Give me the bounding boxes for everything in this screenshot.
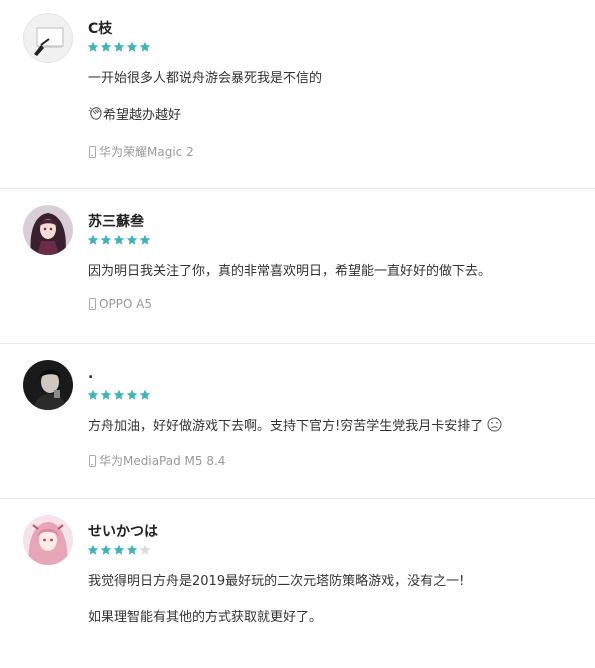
star-filled-icon bbox=[100, 389, 112, 400]
star-empty-icon bbox=[139, 544, 151, 555]
avatar[interactable] bbox=[23, 205, 73, 255]
phone-icon bbox=[89, 454, 96, 467]
device-label: OPPO A5 bbox=[89, 297, 152, 311]
review-text: 一开始很多人都说舟游会暴死我是不信的 bbox=[88, 71, 323, 86]
username: C枝 bbox=[88, 21, 113, 37]
star-filled-icon bbox=[139, 234, 151, 245]
star-filled-icon bbox=[113, 544, 125, 555]
star-filled-icon bbox=[100, 544, 112, 555]
username: . bbox=[88, 366, 94, 382]
avatar[interactable] bbox=[23, 13, 73, 63]
star-filled-icon bbox=[139, 389, 151, 400]
star-filled-icon bbox=[126, 234, 138, 245]
review-text: 方舟加油，好好做游戏下去啊。支持下官方!穷苦学生党我月卡安排了 bbox=[88, 415, 502, 436]
device-label: 华为MediaPad M5 8.4 bbox=[89, 452, 225, 469]
star-rating bbox=[87, 544, 151, 556]
device-name: 华为荣耀Magic 2 bbox=[99, 145, 194, 159]
star-filled-icon bbox=[113, 234, 125, 245]
star-rating bbox=[87, 389, 151, 401]
avatar[interactable] bbox=[23, 515, 73, 565]
review-text: 希望越办越好 bbox=[88, 104, 181, 125]
review-text: 我觉得明日方舟是2019最好玩的二次元塔防策略游戏，没有之一! bbox=[88, 574, 465, 589]
sad-face-icon bbox=[487, 417, 502, 436]
review-item: C枝 一开始很多人都说舟游会暴死我是不信的 希望越办越好 华为荣耀Magic 2 bbox=[0, 0, 595, 189]
star-filled-icon bbox=[139, 41, 151, 52]
review-text: 因为明日我关注了你，真的非常喜欢明日，希望能一直好好的做下去。 bbox=[88, 264, 492, 279]
star-filled-icon bbox=[113, 389, 125, 400]
star-filled-icon bbox=[87, 544, 99, 555]
star-filled-icon bbox=[100, 234, 112, 245]
phone-icon bbox=[89, 145, 96, 158]
review-text-line: 方舟加油，好好做游戏下去啊。支持下官方!穷苦学生党我月卡安排了 bbox=[88, 419, 484, 434]
clapping-hands-icon bbox=[88, 106, 103, 125]
star-filled-icon bbox=[126, 544, 138, 555]
star-filled-icon bbox=[87, 389, 99, 400]
phone-icon bbox=[89, 298, 96, 310]
review-text: 如果理智能有其他的方式获取就更好了。 bbox=[88, 610, 323, 625]
star-rating bbox=[87, 41, 151, 53]
portrait-avatar bbox=[23, 360, 73, 410]
anime-pink-avatar bbox=[23, 515, 73, 565]
star-filled-icon bbox=[126, 389, 138, 400]
device-name: OPPO A5 bbox=[99, 297, 153, 311]
device-name: 华为MediaPad M5 8.4 bbox=[99, 454, 226, 468]
username: せいかつは bbox=[88, 524, 158, 540]
device-label: 华为荣耀Magic 2 bbox=[89, 143, 194, 160]
star-filled-icon bbox=[100, 41, 112, 52]
pen-sketch-avatar bbox=[34, 27, 64, 56]
review-text-line: 希望越办越好 bbox=[103, 108, 182, 123]
star-filled-icon bbox=[87, 41, 99, 52]
star-filled-icon bbox=[87, 234, 99, 245]
anime-girl-avatar bbox=[23, 205, 73, 255]
review-item: . 方舟加油，好好做游戏下去啊。支持下官方!穷苦学生党我月卡安排了 华为Medi… bbox=[0, 344, 595, 499]
review-item: せいかつは 我觉得明日方舟是2019最好玩的二次元塔防策略游戏，没有之一! 如果… bbox=[0, 499, 595, 668]
star-filled-icon bbox=[126, 41, 138, 52]
review-item: 苏三蘇叁 因为明日我关注了你，真的非常喜欢明日，希望能一直好好的做下去。 OPP… bbox=[0, 189, 595, 344]
star-filled-icon bbox=[113, 41, 125, 52]
avatar[interactable] bbox=[23, 360, 73, 410]
star-rating bbox=[87, 234, 151, 246]
username: 苏三蘇叁 bbox=[88, 214, 144, 230]
